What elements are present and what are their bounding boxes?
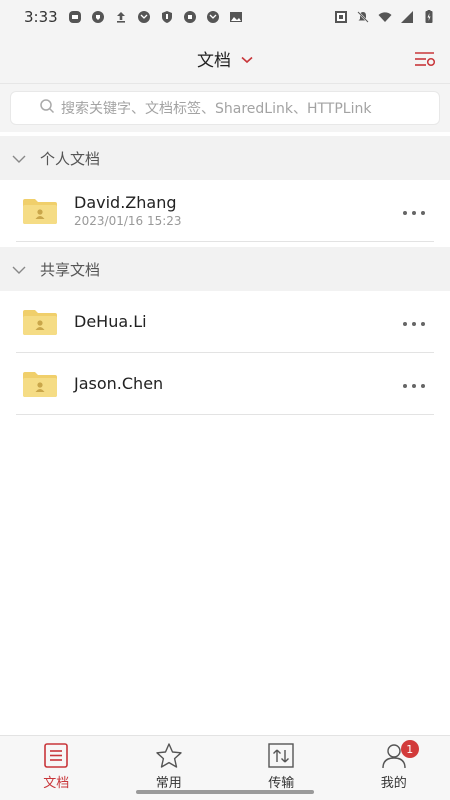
security-icon (160, 10, 174, 24)
status-bar: 3:33 (0, 0, 450, 34)
nav-item-profile[interactable]: 1 我的 (339, 740, 449, 791)
mail-icon (206, 10, 220, 24)
page-title: 文档 (197, 51, 231, 71)
more-horizontal-icon (402, 312, 426, 331)
folder-name: DeHua.Li (74, 312, 147, 331)
more-horizontal-icon (402, 201, 426, 220)
nav-label: 我的 (380, 776, 407, 791)
mail-icon (137, 10, 151, 24)
section-header-shared[interactable]: 共享文档 (0, 247, 450, 291)
folder-icon (22, 308, 58, 336)
shield-icon (91, 10, 105, 24)
folder-icon (22, 370, 58, 398)
notification-icons (68, 10, 243, 24)
section-title: 共享文档 (40, 260, 101, 279)
wifi-icon (378, 10, 392, 24)
nav-label: 文档 (43, 776, 70, 791)
folder-date: 2023/01/16 15:23 (74, 214, 182, 228)
transfer-icon (267, 742, 295, 770)
section-title: 个人文档 (40, 149, 101, 168)
image-icon (229, 10, 243, 24)
chevron-down-icon (12, 260, 26, 279)
system-icons (334, 10, 436, 24)
more-options-button[interactable] (400, 201, 428, 221)
status-time: 3:33 (24, 8, 58, 26)
chevron-down-icon (12, 149, 26, 168)
document-list-icon (42, 742, 70, 770)
folder-row[interactable]: DeHua.Li (16, 291, 434, 353)
folder-name: Jason.Chen (74, 374, 164, 393)
nfc-icon (334, 10, 348, 24)
search-bar-container: 搜索关键字、文档标签、SharedLink、HTTPLink (0, 84, 450, 132)
filter-button[interactable] (414, 48, 436, 70)
upload-icon (114, 10, 128, 24)
chevron-down-icon (241, 49, 253, 69)
more-horizontal-icon (402, 374, 426, 393)
title-dropdown[interactable]: 文档 (197, 46, 253, 71)
folder-row[interactable]: David.Zhang 2023/01/16 15:23 (16, 180, 434, 242)
search-icon (39, 98, 55, 118)
nav-item-favorites[interactable]: 常用 (114, 742, 224, 791)
nav-item-transfer[interactable]: 传输 (226, 742, 336, 791)
folder-row[interactable]: Jason.Chen (16, 353, 434, 415)
app-notification-icon (68, 10, 82, 24)
search-input[interactable]: 搜索关键字、文档标签、SharedLink、HTTPLink (10, 91, 440, 125)
signal-icon (400, 10, 414, 24)
notification-badge: 1 (400, 740, 419, 758)
more-options-button[interactable] (400, 374, 428, 394)
nav-item-documents[interactable]: 文档 (1, 742, 111, 791)
home-indicator[interactable] (136, 790, 314, 794)
filter-settings-icon (414, 52, 436, 74)
star-icon (155, 742, 183, 770)
folder-icon (22, 197, 58, 225)
header: 文档 (0, 34, 450, 84)
mute-icon (356, 10, 370, 24)
more-options-button[interactable] (400, 312, 428, 332)
shield-icon (183, 10, 197, 24)
nav-label: 常用 (155, 776, 182, 791)
search-placeholder: 搜索关键字、文档标签、SharedLink、HTTPLink (61, 101, 372, 117)
section-header-personal[interactable]: 个人文档 (0, 136, 450, 180)
nav-label: 传输 (268, 776, 295, 791)
battery-icon (422, 10, 436, 24)
folder-name: David.Zhang (74, 193, 177, 212)
